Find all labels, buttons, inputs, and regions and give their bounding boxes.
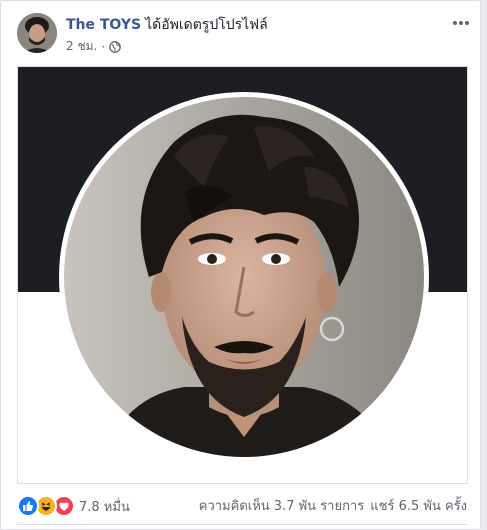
avatar-photo	[17, 13, 57, 53]
comments-count-link[interactable]: ความคิดเห็น 3.7 พัน รายการ	[199, 499, 364, 514]
author-name[interactable]: The TOYS	[66, 17, 141, 33]
more-options-icon[interactable]	[449, 13, 473, 33]
post-headline: The TOYS ได้อัพเดตรูปโปรไฟล์	[66, 14, 268, 36]
reaction-count: 7.8 หมื่น	[79, 499, 130, 515]
post-header: The TOYS ได้อัพเดตรูปโปรไฟล์ 2 ชม. ·	[17, 13, 473, 57]
post-action-text: ได้อัพเดตรูปโปรไฟล์	[145, 17, 268, 33]
post-timestamp[interactable]: 2 ชม.	[66, 37, 97, 56]
post-card: The TOYS ได้อัพเดตรูปโปรไฟล์ 2 ชม. · 7.8…	[0, 0, 481, 530]
shares-count-link[interactable]: แชร์ 6.5 พัน ครั้ง	[370, 499, 467, 514]
footer-divider	[17, 524, 467, 525]
profile-picture	[64, 97, 424, 457]
meta-separator: ·	[101, 39, 106, 54]
post-meta: 2 ชม. ·	[66, 37, 122, 56]
author-avatar[interactable]	[17, 13, 57, 53]
engagement-stats: ความคิดเห็น 3.7 พัน รายการ แชร์ 6.5 พัน ค…	[199, 495, 467, 516]
post-engagement-bar: 7.8 หมื่น ความคิดเห็น 3.7 พัน รายการ แชร์…	[17, 495, 467, 517]
profile-picture-frame	[59, 92, 429, 462]
profile-update-photo[interactable]	[17, 66, 468, 484]
reactions-summary[interactable]: 7.8 หมื่น	[17, 495, 130, 517]
like-reaction-icon	[17, 495, 39, 517]
globe-icon[interactable]	[109, 40, 122, 53]
